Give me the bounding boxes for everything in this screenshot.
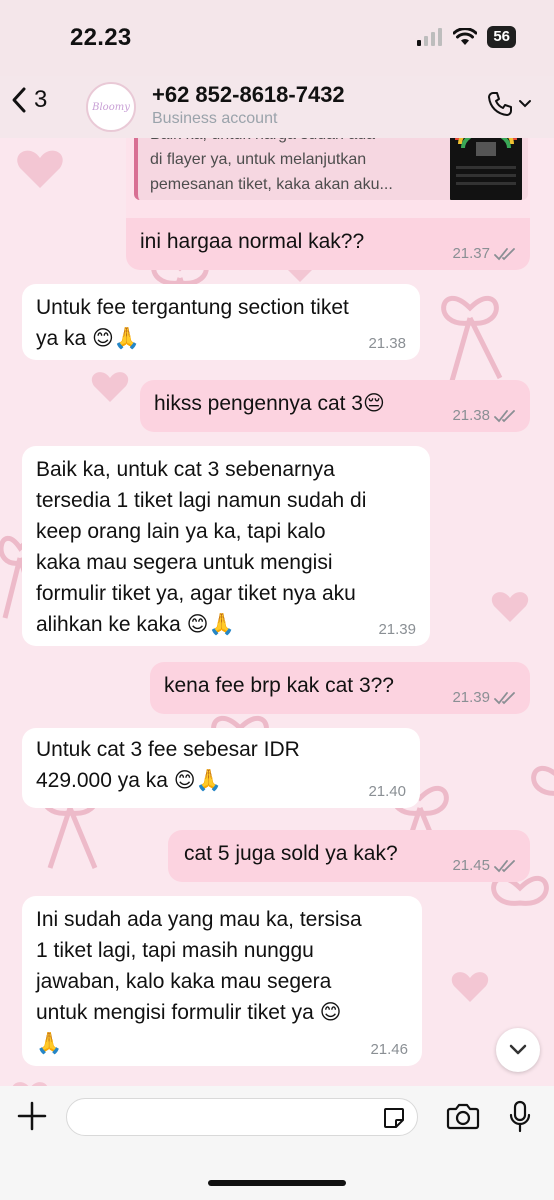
message-input[interactable] <box>66 1098 418 1136</box>
message-meta: 21.39 <box>452 690 516 706</box>
back-button[interactable]: 3 <box>10 86 47 114</box>
quoted-message-preview[interactable]: Baik ka, untuk harga sudah ada di flayer… <box>134 138 528 200</box>
chat-header: 3 Bloomy +62 852-8618-7432 Business acco… <box>0 76 554 138</box>
message-bubble-outgoing[interactable]: cat 5 juga sold ya kak? 21.45 <box>168 830 530 882</box>
double-check-icon <box>494 692 515 705</box>
message-time: 21.37 <box>452 245 490 262</box>
message-text: Untuk fee tergantung section tiket ya ka… <box>36 296 349 350</box>
message-text: ini hargaa normal kak?? <box>140 230 365 253</box>
avatar-logo-text: Bloomy <box>92 101 130 113</box>
quoted-message-text: Baik ka, untuk harga sudah ada di flayer… <box>150 138 393 193</box>
avatar[interactable]: Bloomy <box>86 82 136 132</box>
camera-icon[interactable] <box>446 1102 480 1130</box>
chat-area[interactable]: Baik ka, untuk harga sudah ada di flayer… <box>0 138 554 1086</box>
phone-icon <box>488 92 512 116</box>
message-bubble-outgoing[interactable]: hikss pengennya cat 3😔 21.38 <box>140 380 530 432</box>
message-time: 21.40 <box>368 783 406 800</box>
microphone-icon[interactable] <box>508 1100 532 1134</box>
message-bubble-outgoing[interactable]: kena fee brp kak cat 3?? 21.39 <box>150 662 530 714</box>
message-meta: 21.38 <box>368 336 406 352</box>
message-meta: 21.39 <box>378 622 416 638</box>
status-icons: 56 <box>417 26 516 48</box>
status-bar: 22.23 56 <box>0 0 554 76</box>
message-text: hikss pengennya cat 3😔 <box>154 392 385 415</box>
wifi-icon <box>453 28 478 45</box>
battery-indicator: 56 <box>487 26 516 48</box>
double-check-icon <box>494 860 515 873</box>
chevron-left-icon <box>12 87 26 113</box>
message-text: Ini sudah ada yang mau ka, tersisa 1 tik… <box>36 908 362 1055</box>
message-bubble-incoming[interactable]: Ini sudah ada yang mau ka, tersisa 1 tik… <box>22 896 422 1066</box>
message-time: 21.45 <box>452 857 490 874</box>
message-time: 21.38 <box>368 335 406 352</box>
message-text: kena fee brp kak cat 3?? <box>164 674 394 697</box>
message-bubble-incoming[interactable]: Untuk cat 3 fee sebesar IDR 429.000 ya k… <box>22 728 420 808</box>
message-text: Untuk cat 3 fee sebesar IDR 429.000 ya k… <box>36 738 300 792</box>
scroll-to-bottom-button[interactable] <box>496 1028 540 1072</box>
message-meta: 21.38 <box>452 408 516 424</box>
plus-icon[interactable] <box>16 1100 48 1132</box>
message-bubble-outgoing[interactable]: ini hargaa normal kak?? 21.37 <box>126 218 530 270</box>
double-check-icon <box>494 410 515 423</box>
contact-name[interactable]: +62 852-8618-7432 <box>152 82 345 108</box>
status-time: 22.23 <box>70 24 132 51</box>
message-text: Baik ka, untuk cat 3 sebenarnya tersedia… <box>36 458 367 636</box>
double-check-icon <box>494 248 515 261</box>
message-meta: 21.40 <box>368 784 406 800</box>
flyer-thumbnail-graphic <box>450 138 522 200</box>
unread-count: 3 <box>34 86 48 113</box>
signal-icon <box>417 28 443 46</box>
contact-subtitle: Business account <box>152 110 278 127</box>
message-meta: 21.46 <box>370 1042 408 1058</box>
sticker-icon[interactable] <box>382 1106 406 1130</box>
chevron-down-icon <box>519 100 531 108</box>
call-button[interactable] <box>486 90 532 118</box>
message-meta: 21.45 <box>452 858 516 874</box>
home-indicator <box>208 1180 346 1186</box>
quoted-image-thumbnail <box>450 138 522 200</box>
message-time: 21.46 <box>370 1041 408 1058</box>
message-time: 21.38 <box>452 407 490 424</box>
message-bubble-incoming[interactable]: Untuk fee tergantung section tiket ya ka… <box>22 284 420 360</box>
message-meta: 21.37 <box>452 246 516 262</box>
chevron-down-icon <box>509 1044 527 1055</box>
message-text: cat 5 juga sold ya kak? <box>184 842 398 865</box>
message-bubble-incoming[interactable]: Baik ka, untuk cat 3 sebenarnya tersedia… <box>22 446 430 646</box>
message-time: 21.39 <box>452 689 490 706</box>
message-time: 21.39 <box>378 621 416 638</box>
